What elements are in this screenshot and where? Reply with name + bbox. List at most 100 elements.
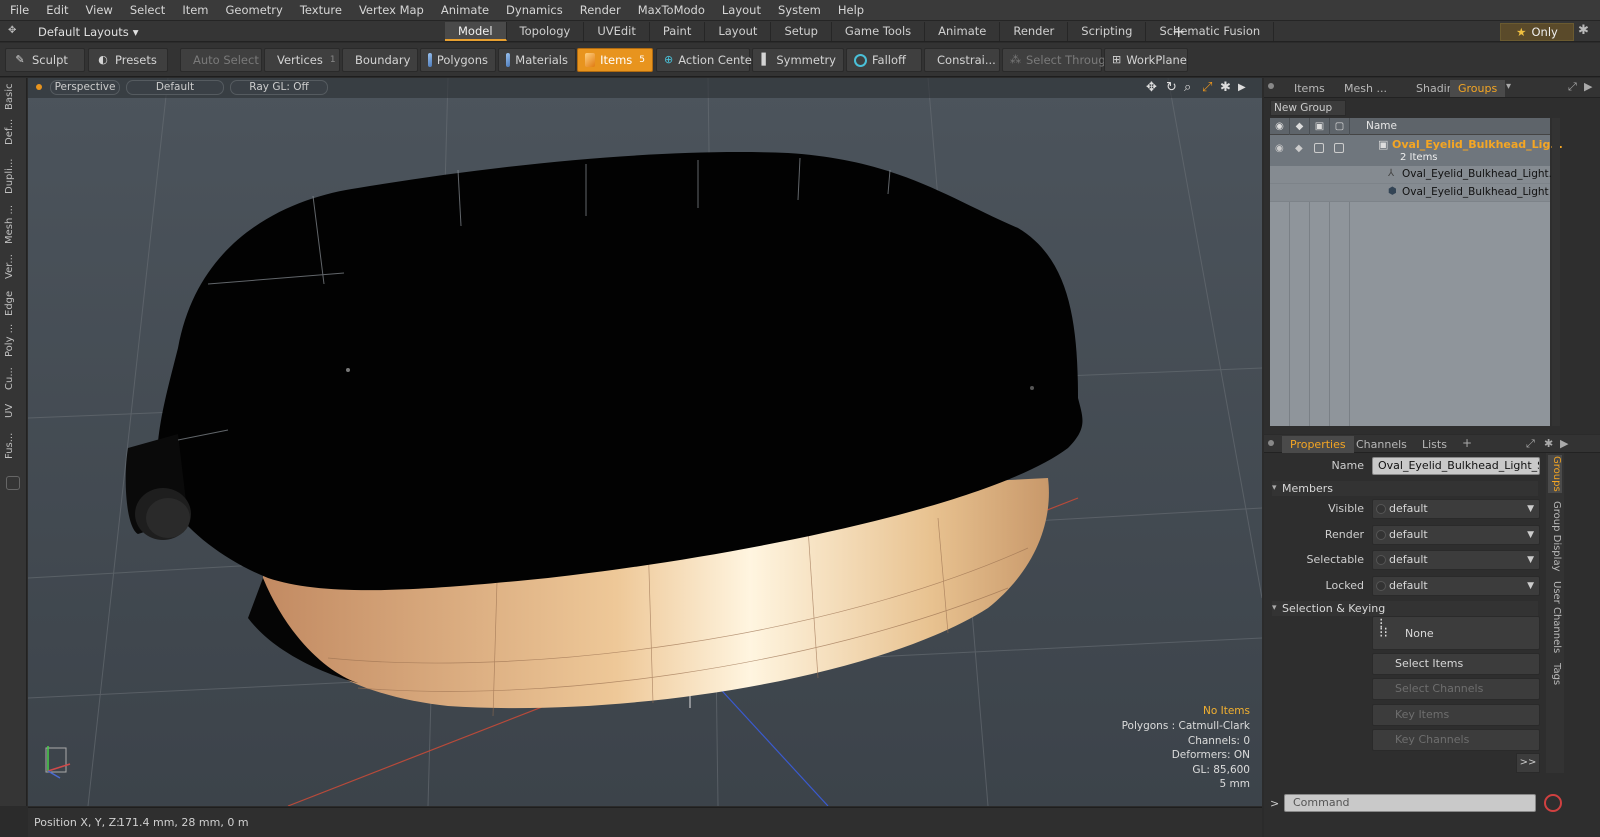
view-mode-button[interactable]: Perspective: [50, 80, 120, 95]
left-tab-basic[interactable]: Basic: [4, 82, 22, 112]
action-center-button[interactable]: ⊕ Action Center: [656, 48, 757, 72]
menu-file[interactable]: File: [10, 3, 29, 17]
new-group-button[interactable]: New Group: [1270, 100, 1346, 116]
left-tab-fusion[interactable]: Fus...: [4, 428, 22, 464]
menu-dynamics[interactable]: Dynamics: [506, 3, 563, 17]
only-button[interactable]: ★ Only: [1500, 23, 1574, 41]
tab-mesh[interactable]: Mesh ...: [1336, 80, 1395, 97]
add-tab-icon[interactable]: +: [1172, 22, 1185, 41]
render-icon[interactable]: ◆: [1290, 118, 1310, 135]
panel-expand-icon[interactable]: ▶: [1584, 80, 1592, 93]
lock-toggle-icon[interactable]: [1314, 143, 1324, 153]
members-section[interactable]: Members: [1272, 481, 1538, 496]
panel-menu-dot-icon[interactable]: [1268, 440, 1274, 446]
lock-icon[interactable]: ▣: [1310, 118, 1330, 135]
key-channels-button[interactable]: Key Channels: [1372, 729, 1540, 751]
select-icon[interactable]: ▢: [1330, 118, 1350, 135]
tab-schematic-fusion[interactable]: Schematic Fusion: [1146, 22, 1275, 41]
menu-item[interactable]: Item: [182, 3, 208, 17]
expand-arrow-icon[interactable]: ▶: [1238, 82, 1246, 93]
left-tab-polygon[interactable]: Poly ...: [4, 320, 22, 360]
zoom-icon[interactable]: ⌕: [1184, 80, 1191, 95]
panel-menu-dot-icon[interactable]: [1268, 83, 1274, 89]
left-tab-uv[interactable]: UV: [4, 398, 22, 424]
select-channels-button[interactable]: Select Channels: [1372, 678, 1540, 700]
menu-maxtomodo[interactable]: MaxToModo: [638, 3, 705, 17]
maximize-icon[interactable]: ⤢: [1526, 437, 1535, 451]
command-input[interactable]: Command: [1284, 794, 1536, 812]
sculpt-button[interactable]: ✎ Sculpt: [5, 48, 85, 72]
maximize-icon[interactable]: ⤢: [1568, 80, 1577, 94]
stop-icon[interactable]: [1544, 794, 1562, 812]
locked-dropdown[interactable]: default ▼: [1372, 576, 1540, 596]
render-toggle-icon[interactable]: ◆: [1295, 143, 1303, 154]
side-tab-user-channels[interactable]: User Channels: [1548, 579, 1562, 655]
menu-layout[interactable]: Layout: [722, 3, 761, 17]
tab-items[interactable]: Items: [1286, 80, 1333, 97]
name-field[interactable]: Oval_Eyelid_Bulkhead_Light_Swit: [1372, 457, 1540, 475]
constraints-button[interactable]: Constrai...: [924, 48, 1000, 72]
select-items-button[interactable]: Select Items: [1372, 653, 1540, 675]
menu-system[interactable]: System: [778, 3, 821, 17]
left-tab-curve[interactable]: Cu...: [4, 364, 22, 394]
vertices-button[interactable]: Vertices 1: [264, 48, 340, 72]
menu-animate[interactable]: Animate: [441, 3, 489, 17]
tab-setup[interactable]: Setup: [771, 22, 832, 41]
shading-mode-button[interactable]: Default: [126, 80, 224, 95]
eye-icon[interactable]: ◉: [1270, 118, 1290, 135]
key-items-button[interactable]: Key Items: [1372, 704, 1540, 726]
tab-render[interactable]: Render: [1000, 22, 1069, 41]
panel-expand-icon[interactable]: ▶: [1560, 437, 1568, 450]
name-column-header[interactable]: Name: [1366, 120, 1397, 132]
tab-paint[interactable]: Paint: [649, 22, 706, 41]
selection-keying-section[interactable]: Selection & Keying: [1272, 601, 1538, 616]
tab-properties[interactable]: Properties: [1282, 436, 1354, 453]
tab-game-tools[interactable]: Game Tools: [831, 22, 926, 41]
menu-render[interactable]: Render: [580, 3, 621, 17]
polygons-button[interactable]: Polygons: [420, 48, 496, 72]
menu-geometry[interactable]: Geometry: [226, 3, 283, 17]
properties-gear-icon[interactable]: ✱: [1544, 437, 1553, 450]
left-tab-duplicate[interactable]: Dupli...: [4, 154, 22, 198]
presets-button[interactable]: ◐ Presets: [88, 48, 168, 72]
visibility-icon[interactable]: ◉: [1275, 143, 1284, 154]
symmetry-button[interactable]: ▌ Symmetry: [752, 48, 844, 72]
group-row[interactable]: ◉ ◆ ▣ Oval_Eyelid_Bulkhead_Lig... 2 Item…: [1270, 135, 1563, 166]
layout-preset-dropdown[interactable]: Default Layouts ▾: [38, 24, 139, 40]
more-button[interactable]: >>: [1516, 753, 1540, 773]
toggle-icon[interactable]: [6, 476, 20, 490]
chevron-down-icon[interactable]: ▾: [1506, 81, 1511, 92]
list-item[interactable]: ⅄ Oval_Eyelid_Bulkhead_Light...: [1270, 166, 1559, 184]
rotate-icon[interactable]: ↻: [1166, 80, 1177, 95]
left-tab-deform[interactable]: Def...: [4, 114, 22, 150]
select-toggle-icon[interactable]: [1334, 143, 1344, 153]
materials-button[interactable]: Materials: [498, 48, 576, 72]
render-dropdown[interactable]: default ▼: [1372, 525, 1540, 545]
select-through-button[interactable]: ⁂ Select Through: [1002, 48, 1113, 72]
gear-icon[interactable]: ✱: [1578, 23, 1589, 38]
selectable-dropdown[interactable]: default ▼: [1372, 550, 1540, 570]
auto-select-button[interactable]: Auto Select: [180, 48, 262, 72]
left-tab-vertex[interactable]: Ver...: [4, 250, 22, 284]
pin-icon[interactable]: ✥: [8, 25, 20, 37]
fit-icon[interactable]: ⤢: [1202, 80, 1212, 95]
menu-edit[interactable]: Edit: [46, 3, 68, 17]
visible-dropdown[interactable]: default ▼: [1372, 499, 1540, 519]
boundary-button[interactable]: Boundary: [342, 48, 418, 72]
menu-vertex-map[interactable]: Vertex Map: [359, 3, 424, 17]
tab-groups[interactable]: Groups: [1450, 80, 1506, 97]
tab-layout[interactable]: Layout: [705, 22, 772, 41]
items-button[interactable]: Items 5: [577, 48, 653, 72]
list-item[interactable]: ⬢ Oval_Eyelid_Bulkhead_Light: [1270, 184, 1550, 202]
tab-uvedit[interactable]: UVEdit: [584, 22, 650, 41]
viewport-gear-icon[interactable]: ✱: [1220, 80, 1231, 95]
add-tab-icon[interactable]: +: [1462, 436, 1472, 450]
left-tab-edge[interactable]: Edge: [4, 288, 22, 318]
menu-view[interactable]: View: [86, 3, 113, 17]
falloff-button[interactable]: Falloff: [846, 48, 922, 72]
pan-icon[interactable]: ✥: [1146, 80, 1157, 95]
tab-animate[interactable]: Animate: [925, 22, 1001, 41]
tab-model[interactable]: Model: [445, 22, 507, 41]
tab-channels[interactable]: Channels: [1348, 436, 1415, 453]
workplane-button[interactable]: ⊞ WorkPlane: [1104, 48, 1188, 72]
